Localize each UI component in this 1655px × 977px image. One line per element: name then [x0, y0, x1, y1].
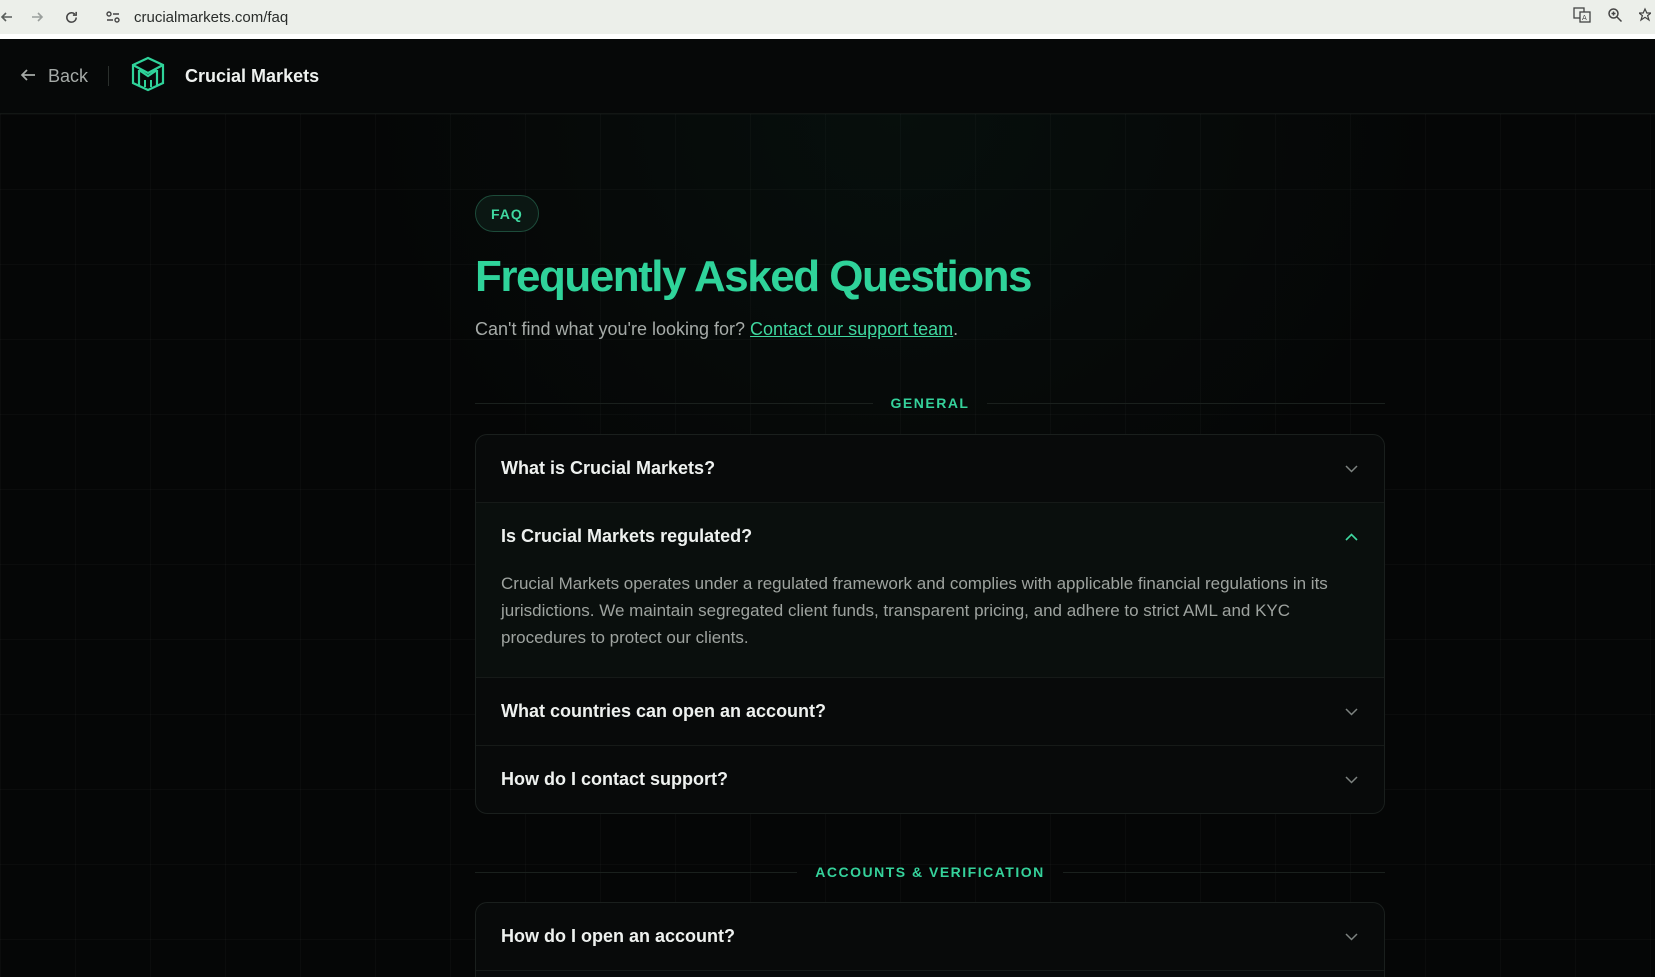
back-label: Back	[48, 65, 89, 86]
chevron-down-icon	[1343, 772, 1359, 788]
browser-forward-icon[interactable]	[22, 2, 52, 32]
faq-item[interactable]: How do I open an account?	[476, 903, 1384, 971]
brand[interactable]: Crucial Markets	[129, 56, 319, 97]
faq-question-row[interactable]: How do I open an account?	[476, 903, 1384, 970]
section-label: GENERAL	[890, 395, 970, 411]
address-bar[interactable]: crucialmarkets.com/faq	[100, 2, 1570, 32]
chevron-down-icon	[1343, 929, 1359, 945]
faq-question: What is Crucial Markets?	[501, 458, 716, 478]
faq-question-row[interactable]: How do I contact support?	[476, 746, 1384, 813]
site-info-icon[interactable]	[100, 4, 126, 30]
faq-question: How do I open an account?	[501, 926, 735, 946]
faq-item[interactable]	[476, 971, 1384, 977]
bookmark-star-icon[interactable]	[1637, 7, 1653, 28]
back-button[interactable]: Back	[20, 66, 88, 87]
faq-question-row[interactable]: Is Crucial Markets regulated?	[476, 503, 1384, 570]
chevron-up-icon	[1343, 529, 1359, 545]
chevron-down-icon	[1343, 461, 1359, 477]
faq-pill: FAQ	[475, 195, 539, 232]
arrow-left-icon	[20, 66, 36, 87]
chevron-down-icon	[1343, 704, 1359, 720]
section-header-general: GENERAL	[475, 393, 1386, 413]
svg-text:A: A	[1582, 14, 1587, 22]
faq-question-row[interactable]: What countries can open an account?	[476, 678, 1384, 745]
faq-question: What countries can open an account?	[501, 701, 827, 721]
faq-card-accounts: How do I open an account?	[475, 902, 1385, 977]
header-divider	[108, 66, 110, 86]
browser-back-icon[interactable]	[0, 2, 14, 32]
contact-support-link[interactable]: Contact our support team	[750, 319, 953, 339]
faq-card-general: What is Crucial Markets? Is Crucial Mark…	[475, 434, 1385, 814]
subtitle-suffix: .	[953, 319, 959, 339]
zoom-icon[interactable]	[1607, 7, 1623, 28]
section-rule	[987, 402, 1386, 404]
subtitle-prefix: Can't find what you're looking for?	[475, 319, 746, 339]
section-label: ACCOUNTS & VERIFICATION	[815, 864, 1045, 880]
translate-icon[interactable]: A	[1573, 6, 1591, 29]
faq-question: How do I contact support?	[501, 769, 728, 789]
logo-icon	[129, 56, 167, 97]
site-header: Back Crucial Markets	[0, 39, 1655, 114]
browser-toolbar: crucialmarkets.com/faq A	[0, 0, 1655, 34]
section-rule	[475, 402, 873, 404]
faq-item[interactable]: What is Crucial Markets?	[476, 435, 1384, 503]
faq-item-expanded[interactable]: Is Crucial Markets regulated? Crucial Ma…	[476, 503, 1384, 678]
faq-item[interactable]: How do I contact support?	[476, 746, 1384, 813]
section-rule	[475, 871, 798, 873]
faq-question-row[interactable]: What is Crucial Markets?	[476, 435, 1384, 502]
faq-item[interactable]: What countries can open an account?	[476, 678, 1384, 746]
brand-name: Crucial Markets	[185, 65, 320, 86]
page-title: Frequently Asked Questions	[475, 252, 1032, 301]
url-text: crucialmarkets.com/faq	[134, 8, 289, 26]
section-rule	[1062, 871, 1385, 873]
browser-reload-icon[interactable]	[56, 2, 86, 32]
page-subtitle: Can't find what you're looking for? Cont…	[475, 319, 958, 340]
faq-question: Is Crucial Markets regulated?	[501, 526, 753, 546]
section-header-accounts: ACCOUNTS & VERIFICATION	[475, 862, 1385, 882]
faq-answer: Crucial Markets operates under a regulat…	[501, 574, 1328, 647]
